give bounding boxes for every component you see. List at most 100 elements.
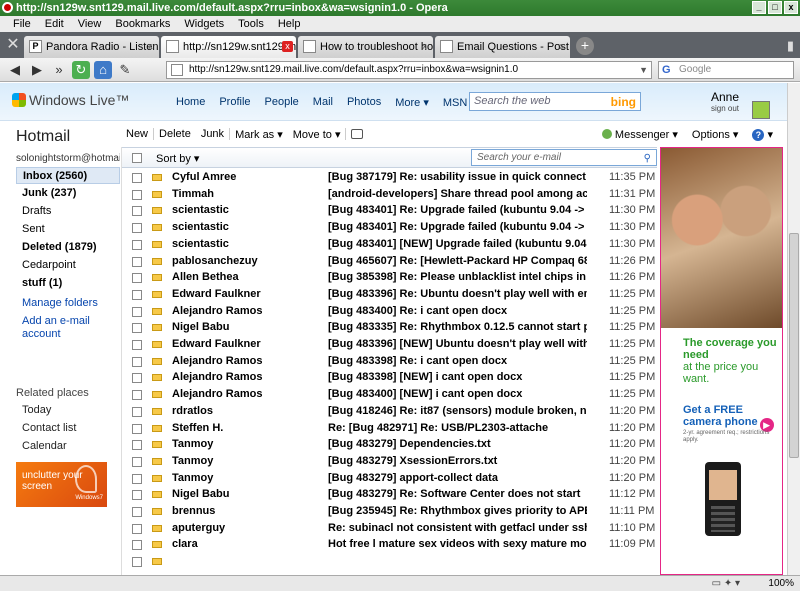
delete-button[interactable]: Delete xyxy=(154,128,196,140)
edit-icon[interactable]: ✎ xyxy=(116,61,134,79)
menu-tools[interactable]: Tools xyxy=(231,18,271,30)
related-today[interactable]: Today xyxy=(22,404,51,416)
row-checkbox[interactable] xyxy=(132,423,142,434)
new-tab-icon[interactable]: + xyxy=(576,37,594,55)
folder-drafts[interactable]: Drafts xyxy=(16,203,120,220)
user-menu[interactable]: Anne sign out xyxy=(711,91,739,114)
mark-as-button[interactable]: Mark as ▾ xyxy=(230,128,288,141)
table-row[interactable]: pablosanchezuy [Bug 465607] Re: [Hewlett-… xyxy=(122,253,657,270)
related-contact-list[interactable]: Contact list xyxy=(22,422,76,434)
row-checkbox[interactable] xyxy=(132,490,142,501)
select-all-checkbox[interactable] xyxy=(132,153,142,163)
table-row[interactable]: Tanmoy [Bug 483279] Dependencies.txt 11:20… xyxy=(122,436,657,453)
search-engine-input[interactable]: G Google xyxy=(658,61,794,79)
messenger-button[interactable]: Messenger ▾ xyxy=(601,128,678,141)
nav-photos[interactable]: Photos xyxy=(347,96,381,109)
row-checkbox[interactable] xyxy=(132,356,142,367)
table-row[interactable]: scientastic [Bug 483401] Re: Upgrade fail… xyxy=(122,202,657,219)
move-to-button[interactable]: Move to ▾ xyxy=(288,128,346,141)
nav-people[interactable]: People xyxy=(265,96,299,109)
folder-sent[interactable]: Sent xyxy=(16,221,120,238)
hotmail-title[interactable]: Hotmail xyxy=(16,128,70,146)
address-input[interactable]: http://sn129w.snt129.mail.live.com/defau… xyxy=(166,61,652,79)
row-checkbox[interactable] xyxy=(132,306,142,317)
reload-icon[interactable]: ↻ xyxy=(72,60,90,79)
ad-free-offer[interactable]: Get a FREE camera phone ▶ xyxy=(683,404,779,432)
row-checkbox[interactable] xyxy=(132,540,142,551)
table-row[interactable]: scientastic [Bug 483401] [NEW] Upgrade fa… xyxy=(122,236,657,253)
folder-deleted[interactable]: Deleted (1879) xyxy=(16,239,120,256)
tab-pandora[interactable]: P Pandora Radio - Listen to ... x xyxy=(24,36,159,58)
page-scrollbar[interactable] xyxy=(787,83,800,575)
zoom-level[interactable]: 100% xyxy=(768,576,794,591)
junk-button[interactable]: Junk xyxy=(196,128,229,140)
row-checkbox[interactable] xyxy=(132,206,142,217)
menu-bookmarks[interactable]: Bookmarks xyxy=(108,18,177,30)
table-row[interactable]: Steffen H. Re: [Bug 482971] Re: USB/PL230… xyxy=(122,420,657,437)
tab-close-icon[interactable]: x xyxy=(145,41,156,52)
options-button[interactable]: Options ▾ xyxy=(692,128,739,141)
windows7-ad[interactable]: unclutter your screen Windows7 xyxy=(16,462,107,507)
row-checkbox[interactable] xyxy=(132,373,142,384)
folder-junk[interactable]: Junk (237) xyxy=(16,185,120,202)
tab-close-icon[interactable]: x xyxy=(419,41,430,52)
back-icon[interactable]: ◀ xyxy=(6,61,24,79)
row-checkbox[interactable] xyxy=(132,340,142,350)
row-checkbox[interactable] xyxy=(132,390,142,401)
table-row[interactable]: Edward Faulkner [Bug 483396] [NEW] Ubuntu… xyxy=(122,336,657,353)
table-row[interactable] xyxy=(122,553,657,570)
nav-home[interactable]: Home xyxy=(176,96,205,109)
row-checkbox[interactable] xyxy=(132,256,142,267)
tab-close-icon[interactable]: x xyxy=(282,41,293,52)
row-checkbox[interactable] xyxy=(132,456,142,467)
folder-stuff[interactable]: stuff (1) xyxy=(16,275,120,292)
chevron-down-icon[interactable]: ▼ xyxy=(639,62,648,78)
table-row[interactable]: Cyful Amree [Bug 387179] Re: usability is… xyxy=(122,169,657,186)
table-row[interactable]: scientastic [Bug 483401] Re: Upgrade fail… xyxy=(122,219,657,236)
windows-live-logo[interactable]: Windows Live™ xyxy=(12,92,129,108)
add-account-link[interactable]: Add an e-mail account xyxy=(22,315,114,341)
table-row[interactable]: Timmah [android-developers] Share thread … xyxy=(122,186,657,203)
bing-icon[interactable]: bing xyxy=(611,94,636,111)
row-checkbox[interactable] xyxy=(132,273,142,284)
table-row[interactable]: Allen Bethea [Bug 385398] Re: Please unbl… xyxy=(122,269,657,286)
tab-hotmail[interactable]: http://sn129w.snt129.ma... x xyxy=(161,36,296,58)
manage-folders-link[interactable]: Manage folders xyxy=(22,297,98,310)
web-search-input[interactable]: Search the web bing xyxy=(469,92,641,111)
row-checkbox[interactable] xyxy=(132,440,142,451)
tab-troubleshoot[interactable]: How to troubleshoot hot... x xyxy=(298,36,433,58)
nav-more[interactable]: More ▾ xyxy=(395,96,429,109)
row-checkbox[interactable] xyxy=(132,239,142,250)
table-row[interactable]: clara Hot free l mature sex videos with s… xyxy=(122,536,657,553)
row-checkbox[interactable] xyxy=(132,289,142,300)
table-row[interactable]: Alejandro Ramos [Bug 483398] [NEW] i cant… xyxy=(122,369,657,386)
row-checkbox[interactable] xyxy=(132,557,142,568)
table-row[interactable]: Tanmoy [Bug 483279] XsessionErrors.txt 11:… xyxy=(122,453,657,470)
forward-icon[interactable]: ▶ xyxy=(28,61,46,79)
row-checkbox[interactable] xyxy=(132,473,142,484)
print-button[interactable] xyxy=(346,128,368,141)
search-icon[interactable]: ⚲ xyxy=(644,151,651,166)
tab-close-icon[interactable]: x xyxy=(556,41,567,52)
row-checkbox[interactable] xyxy=(132,323,142,334)
table-row[interactable]: Alejandro Ramos [Bug 483400] Re: i cant o… xyxy=(122,303,657,320)
panel-toggle-icon[interactable]: ✕ xyxy=(2,34,24,58)
table-row[interactable]: Nigel Babu [Bug 483335] Re: Rhythmbox 0.1… xyxy=(122,319,657,336)
close-window-button[interactable]: x xyxy=(784,1,798,14)
email-search-input[interactable]: Search your e-mail ⚲ xyxy=(471,149,657,166)
trash-icon[interactable]: ▮ xyxy=(787,38,794,54)
row-checkbox[interactable] xyxy=(132,173,142,183)
menu-edit[interactable]: Edit xyxy=(38,18,71,30)
menu-help[interactable]: Help xyxy=(271,18,308,30)
related-calendar[interactable]: Calendar xyxy=(22,440,67,452)
scrollbar-thumb[interactable] xyxy=(789,233,799,458)
row-checkbox[interactable] xyxy=(132,406,142,417)
sign-out-link[interactable]: sign out xyxy=(711,103,739,114)
table-row[interactable]: aputerguy Re: subinacl not consistent wit… xyxy=(122,520,657,537)
row-checkbox[interactable] xyxy=(132,523,142,534)
row-checkbox[interactable] xyxy=(132,507,142,517)
nav-mail[interactable]: Mail xyxy=(313,96,333,109)
table-row[interactable]: Nigel Babu [Bug 483279] Re: Software Cent… xyxy=(122,486,657,503)
folder-inbox[interactable]: Inbox (2560) xyxy=(16,167,120,184)
fast-forward-icon[interactable]: » xyxy=(50,61,68,79)
